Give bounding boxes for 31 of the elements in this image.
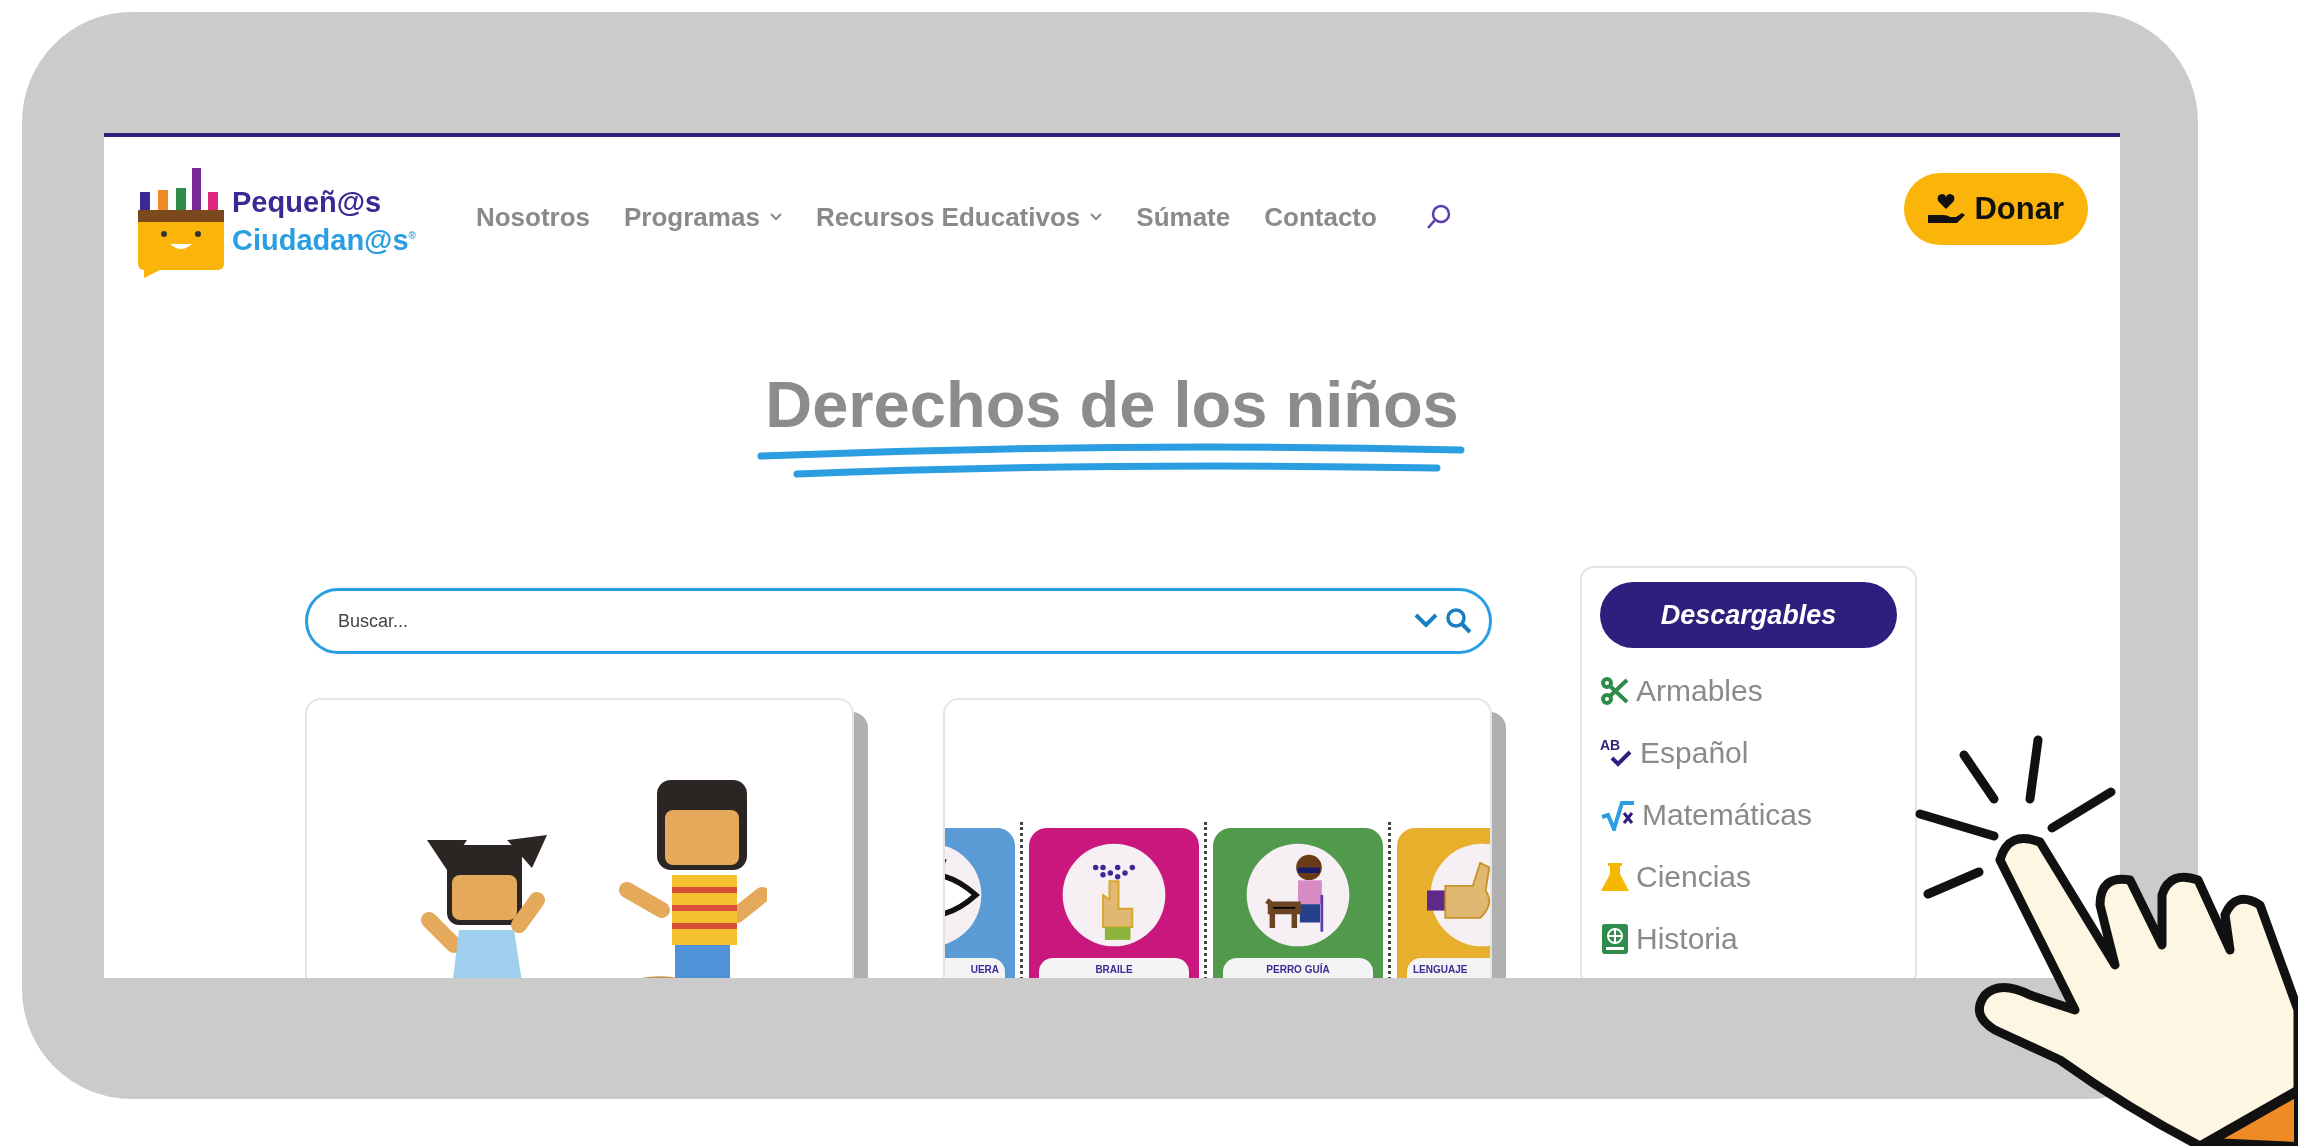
search-icon[interactable]	[1445, 607, 1473, 635]
logo-text: Ciudadan@s$^{®}$	[232, 222, 416, 257]
flask-icon	[1600, 861, 1630, 893]
page-title: Derechos de los niños	[765, 367, 1459, 442]
category-link[interactable]: Ciencias	[1600, 860, 1897, 894]
nav-link[interactable]: Súmate	[1136, 201, 1231, 233]
square-root-icon	[1600, 799, 1636, 831]
category-link[interactable]: AB Español	[1600, 736, 1897, 770]
topic-tile[interactable]: UERA	[945, 828, 1015, 978]
donate-button[interactable]: Donar	[1904, 173, 2088, 245]
tile-label: BRAILE	[1039, 958, 1189, 978]
scissors-icon	[1600, 676, 1630, 706]
tile-label: PERRO GUÍA	[1223, 958, 1373, 978]
downloads-heading: Descargables	[1600, 582, 1897, 648]
nav-link[interactable]: Nosotros	[475, 201, 591, 233]
category-link[interactable]: Matemáticas	[1600, 798, 1897, 832]
search-icon[interactable]	[1424, 203, 1453, 231]
nav-link[interactable]: Contacto	[1264, 201, 1377, 233]
logo-text: Pequeñ@s	[232, 185, 383, 219]
chevron-down-icon	[1090, 213, 1103, 221]
search-field[interactable]: Buscar...	[305, 588, 1492, 654]
nav-link[interactable]: Recursos Educativos	[815, 201, 1103, 233]
chevron-down-icon[interactable]	[1413, 612, 1439, 630]
nav-link[interactable]: Programas	[624, 201, 782, 233]
chevron-down-icon	[769, 213, 782, 221]
search-input[interactable]: Buscar...	[336, 609, 1407, 633]
book-icon	[1600, 923, 1630, 955]
tile-label: LENGUAJE	[1407, 958, 1490, 978]
category-link[interactable]: Historia	[1600, 922, 1897, 956]
category-link[interactable]: Armables	[1600, 674, 1897, 708]
tile-label: UERA	[945, 958, 1005, 978]
